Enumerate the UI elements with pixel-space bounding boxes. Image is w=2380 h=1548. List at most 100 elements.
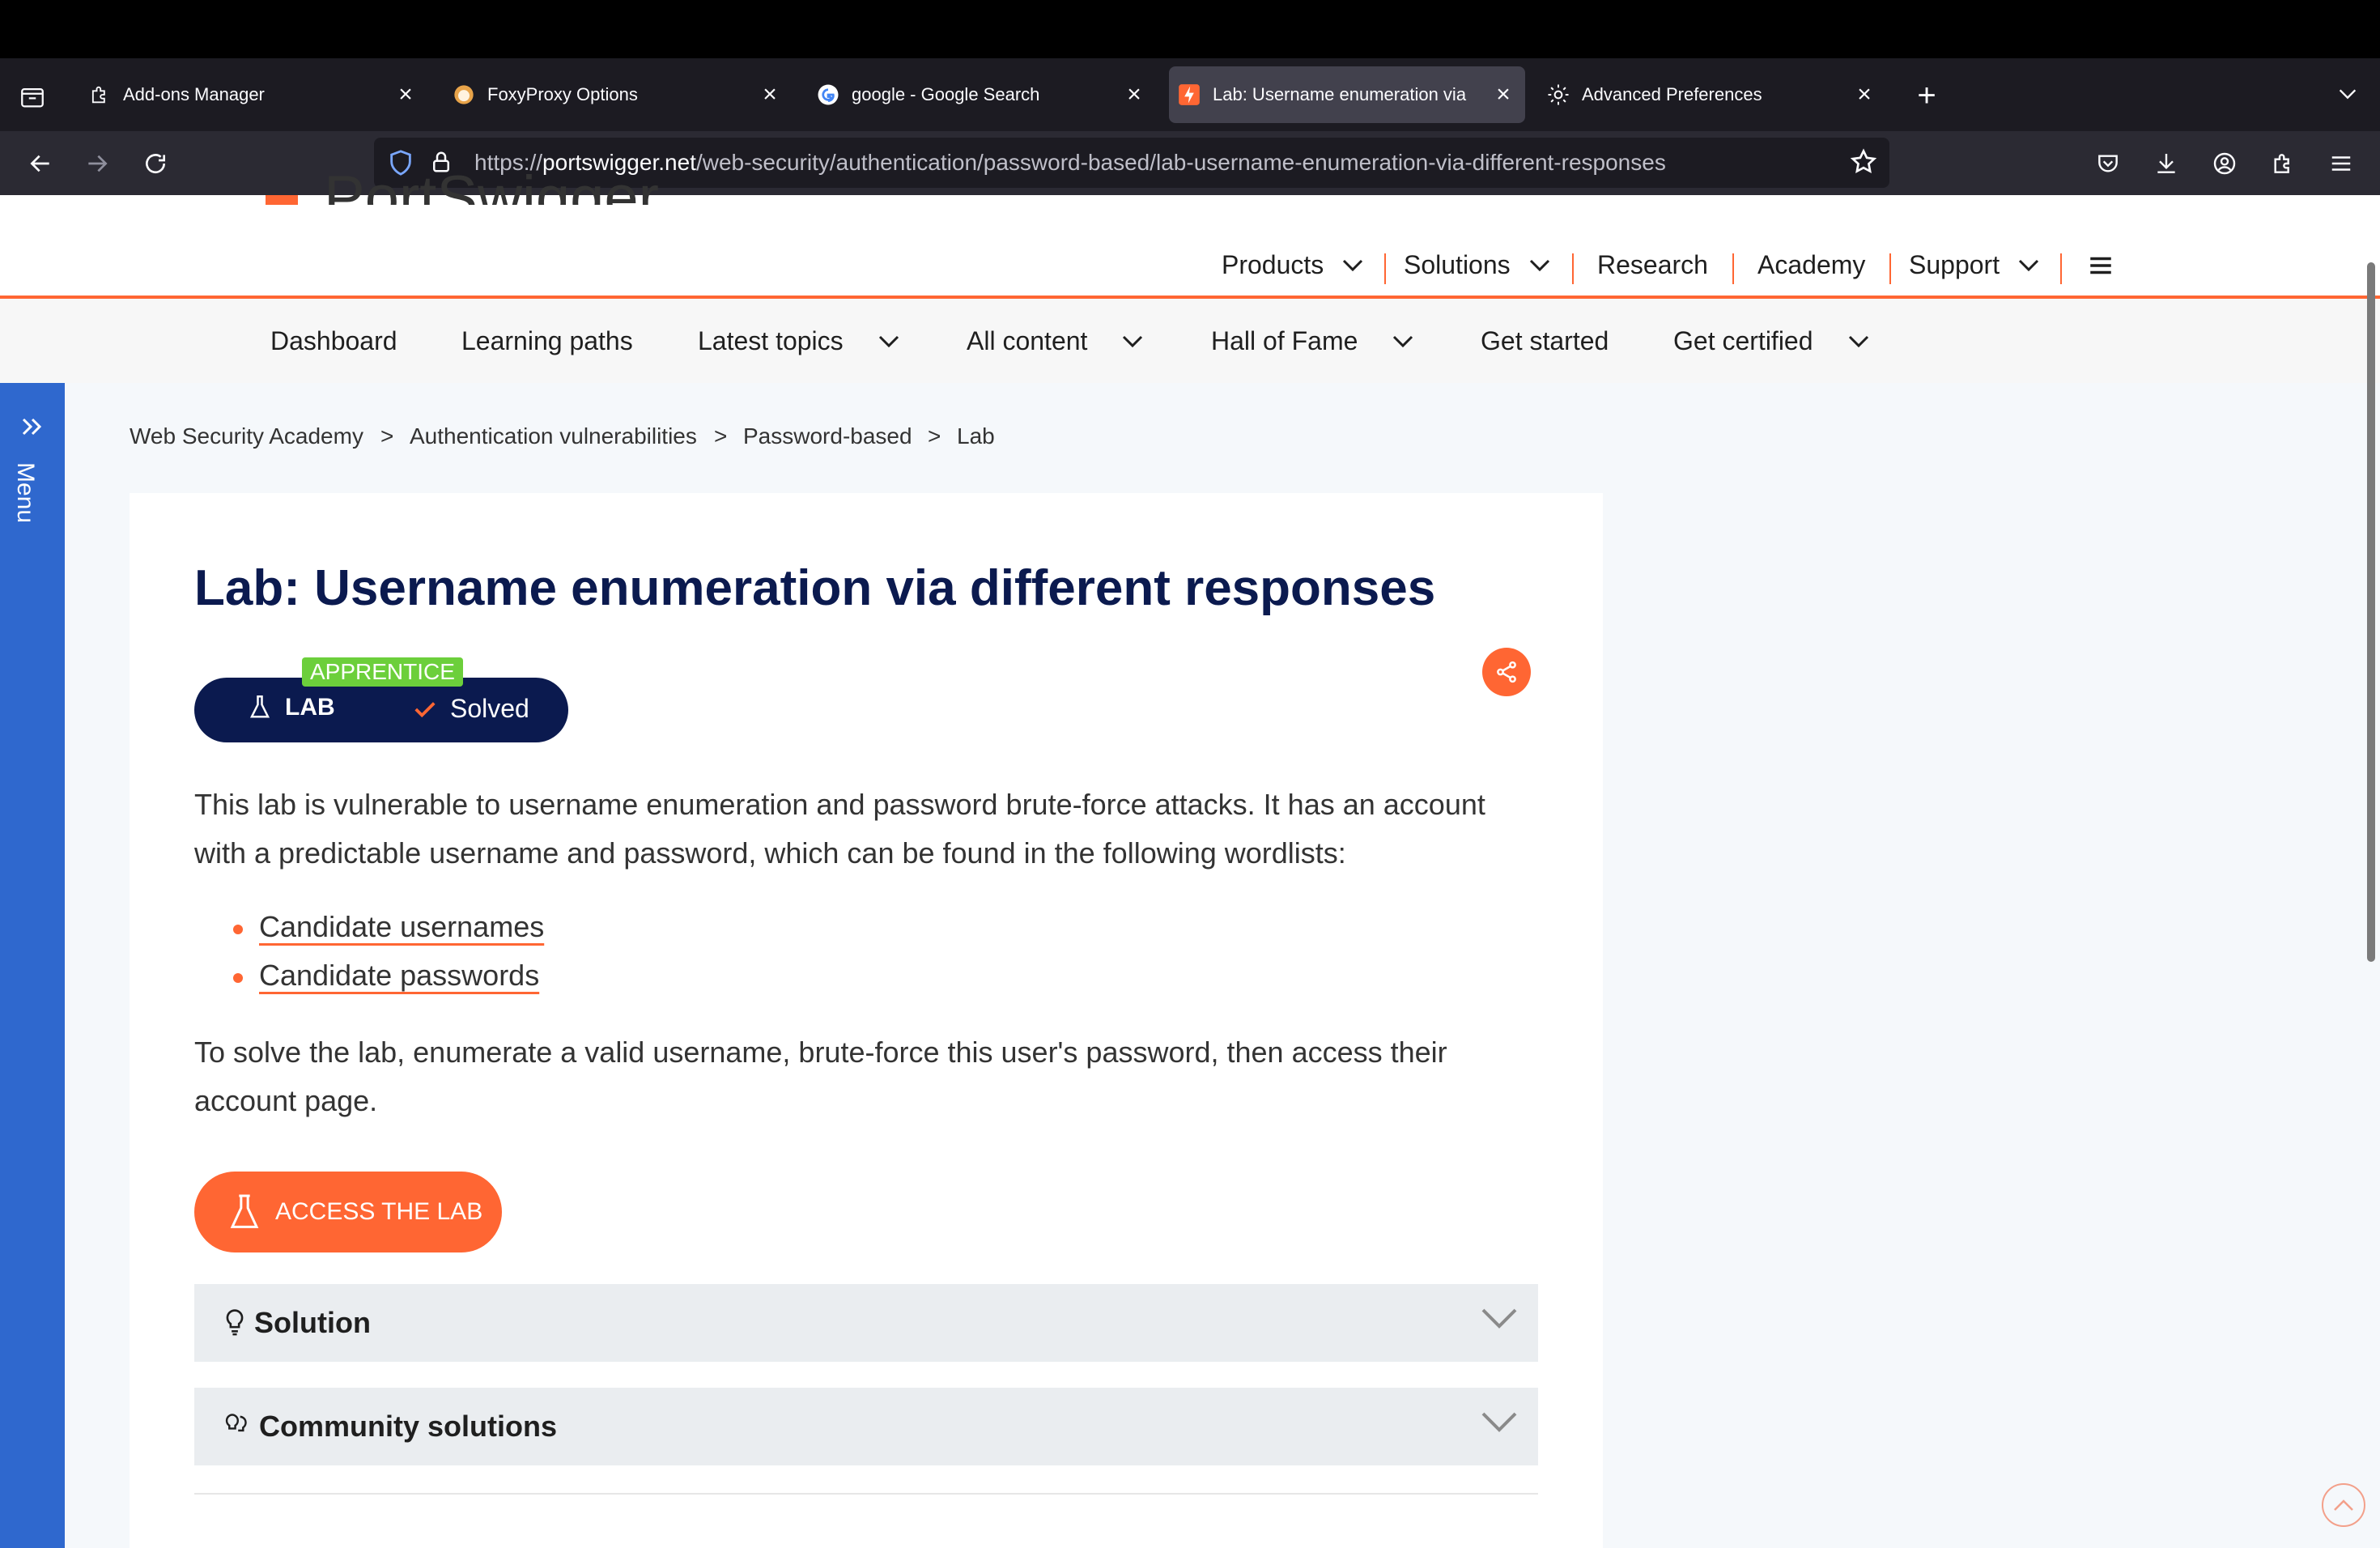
list-all-tabs-icon[interactable] <box>2331 78 2364 110</box>
flask-icon <box>249 695 270 718</box>
breadcrumb-separator: > <box>380 423 394 449</box>
extensions-icon[interactable] <box>2265 146 2301 181</box>
chevron-down-icon <box>1481 1412 1517 1432</box>
side-menu-label: Menu <box>12 462 39 524</box>
subnav-get-started[interactable]: Get started <box>1481 326 1609 356</box>
close-icon[interactable]: × <box>758 81 782 108</box>
close-icon[interactable]: × <box>1122 81 1146 108</box>
close-icon[interactable]: × <box>1491 81 1515 108</box>
subnav-hall-of-fame-label: Hall of Fame <box>1211 326 1358 355</box>
tab-label: Add-ons Manager <box>123 84 265 104</box>
subnav-latest-topics-label: Latest topics <box>698 326 844 355</box>
nav-research-label: Research <box>1597 250 1708 279</box>
nav-support-label: Support <box>1909 250 2000 279</box>
tab-overview-icon[interactable] <box>16 81 49 113</box>
account-icon[interactable] <box>2207 146 2242 181</box>
candidate-usernames-link[interactable]: Candidate usernames <box>259 910 544 944</box>
candidate-passwords-link[interactable]: Candidate passwords <box>259 959 539 993</box>
subnav-get-certified-label: Get certified <box>1673 326 1813 355</box>
breadcrumb-password-based[interactable]: Password-based <box>743 423 912 449</box>
tab-label: google - Google Search <box>852 84 1040 104</box>
nav-support[interactable]: Support <box>1909 250 2040 280</box>
chevron-down-icon <box>1529 259 1549 271</box>
lab-goal: To solve the lab, enumerate a valid user… <box>194 1036 1447 1117</box>
reload-icon[interactable] <box>138 146 173 181</box>
site-header <box>0 195 2380 299</box>
solved-status: Solved <box>413 694 529 724</box>
lab-label-text: LAB <box>285 694 335 721</box>
chevron-down-icon <box>1393 335 1413 347</box>
page-scrollbar[interactable] <box>2367 262 2375 962</box>
tab-foxyproxy-options[interactable]: FoxyProxy Options × <box>444 66 792 123</box>
subnav-latest-topics[interactable]: Latest topics <box>698 326 900 356</box>
scroll-to-top-button[interactable] <box>2322 1483 2365 1527</box>
access-the-lab-button[interactable]: ACCESS THE LAB <box>194 1172 502 1252</box>
chevron-down-icon <box>1848 335 1868 347</box>
subnav-learning-paths[interactable]: Learning paths <box>461 326 633 356</box>
forward-arrow-icon[interactable] <box>79 146 115 181</box>
tab-addons-manager[interactable]: Add-ons Manager × <box>79 66 427 123</box>
nav-academy[interactable]: Academy <box>1757 250 1865 280</box>
foxyproxy-icon <box>452 83 476 107</box>
brand-name: PortSwigger <box>324 168 659 205</box>
nav-products-label: Products <box>1222 250 1324 279</box>
subnav-get-certified[interactable]: Get certified <box>1673 326 1870 356</box>
close-icon[interactable]: × <box>393 81 418 108</box>
chevron-down-icon <box>1343 259 1363 271</box>
tab-label: FoxyProxy Options <box>487 84 638 104</box>
nav-separator <box>1732 253 1734 284</box>
flask-icon <box>230 1194 259 1228</box>
close-icon[interactable]: × <box>1852 81 1876 108</box>
breadcrumb-lab[interactable]: Lab <box>957 423 995 449</box>
solution-label: Solution <box>254 1306 371 1339</box>
solution-accordion[interactable]: Solution <box>194 1284 1538 1362</box>
bullet <box>233 925 243 934</box>
tab-label: Lab: Username enumeration via <box>1213 84 1467 104</box>
subnav-all-content[interactable]: All content <box>967 326 1144 356</box>
portswigger-logo-icon[interactable] <box>266 195 298 205</box>
page-title: Lab: Username enumeration via different … <box>194 560 1436 616</box>
side-menu-toggle[interactable]: Menu <box>0 383 65 1548</box>
app-menu-icon[interactable] <box>2323 146 2359 181</box>
lightbulbs-icon <box>225 1414 247 1432</box>
pocket-icon[interactable] <box>2090 146 2126 181</box>
nav-products[interactable]: Products <box>1222 250 1364 280</box>
subnav-dashboard-label: Dashboard <box>270 326 397 355</box>
new-tab-button[interactable]: + <box>1909 78 1944 113</box>
breadcrumb-authentication-vulnerabilities[interactable]: Authentication vulnerabilities <box>410 423 697 449</box>
subnav-dashboard[interactable]: Dashboard <box>270 326 397 356</box>
checkmark-icon <box>414 701 436 717</box>
chevron-down-icon <box>2019 259 2039 271</box>
lab-description: This lab is vulnerable to username enume… <box>194 788 1485 870</box>
subnav-hall-of-fame[interactable]: Hall of Fame <box>1211 326 1414 356</box>
url-path: /web-security/authentication/password-ba… <box>695 150 1666 175</box>
bookmark-star-icon[interactable] <box>1849 147 1878 181</box>
chevron-down-icon <box>878 335 899 347</box>
subnav-learning-paths-label: Learning paths <box>461 326 633 355</box>
google-icon <box>816 83 840 107</box>
puzzle-icon <box>87 83 112 107</box>
double-chevron-right-icon <box>22 418 42 436</box>
chevron-down-icon <box>1123 335 1143 347</box>
downloads-icon[interactable] <box>2148 146 2184 181</box>
back-arrow-icon[interactable] <box>23 146 58 181</box>
community-solutions-accordion[interactable]: Community solutions <box>194 1388 1538 1465</box>
nav-separator <box>1889 253 1891 284</box>
breadcrumb-separator: > <box>928 423 941 449</box>
tab-lab-username-enumeration[interactable]: Lab: Username enumeration via × <box>1169 66 1525 123</box>
tab-advanced-preferences[interactable]: Advanced Preferences × <box>1538 66 1886 123</box>
share-button[interactable] <box>1482 648 1531 696</box>
nav-research[interactable]: Research <box>1597 250 1708 280</box>
tab-google-search[interactable]: google - Google Search × <box>808 66 1156 123</box>
nav-separator <box>1384 253 1386 284</box>
site-logo-text[interactable]: PortSwigger <box>324 168 659 205</box>
hamburger-menu-icon[interactable] <box>2087 252 2114 283</box>
subnav-all-content-label: All content <box>967 326 1088 355</box>
chevron-down-icon <box>1481 1308 1517 1329</box>
subnav-get-started-label: Get started <box>1481 326 1609 355</box>
lab-label: LAB <box>248 694 335 721</box>
tab-label: Advanced Preferences <box>1582 84 1762 104</box>
solved-status-text: Solved <box>450 694 529 723</box>
nav-solutions[interactable]: Solutions <box>1404 250 1551 280</box>
breadcrumb-web-security-academy[interactable]: Web Security Academy <box>130 423 363 449</box>
